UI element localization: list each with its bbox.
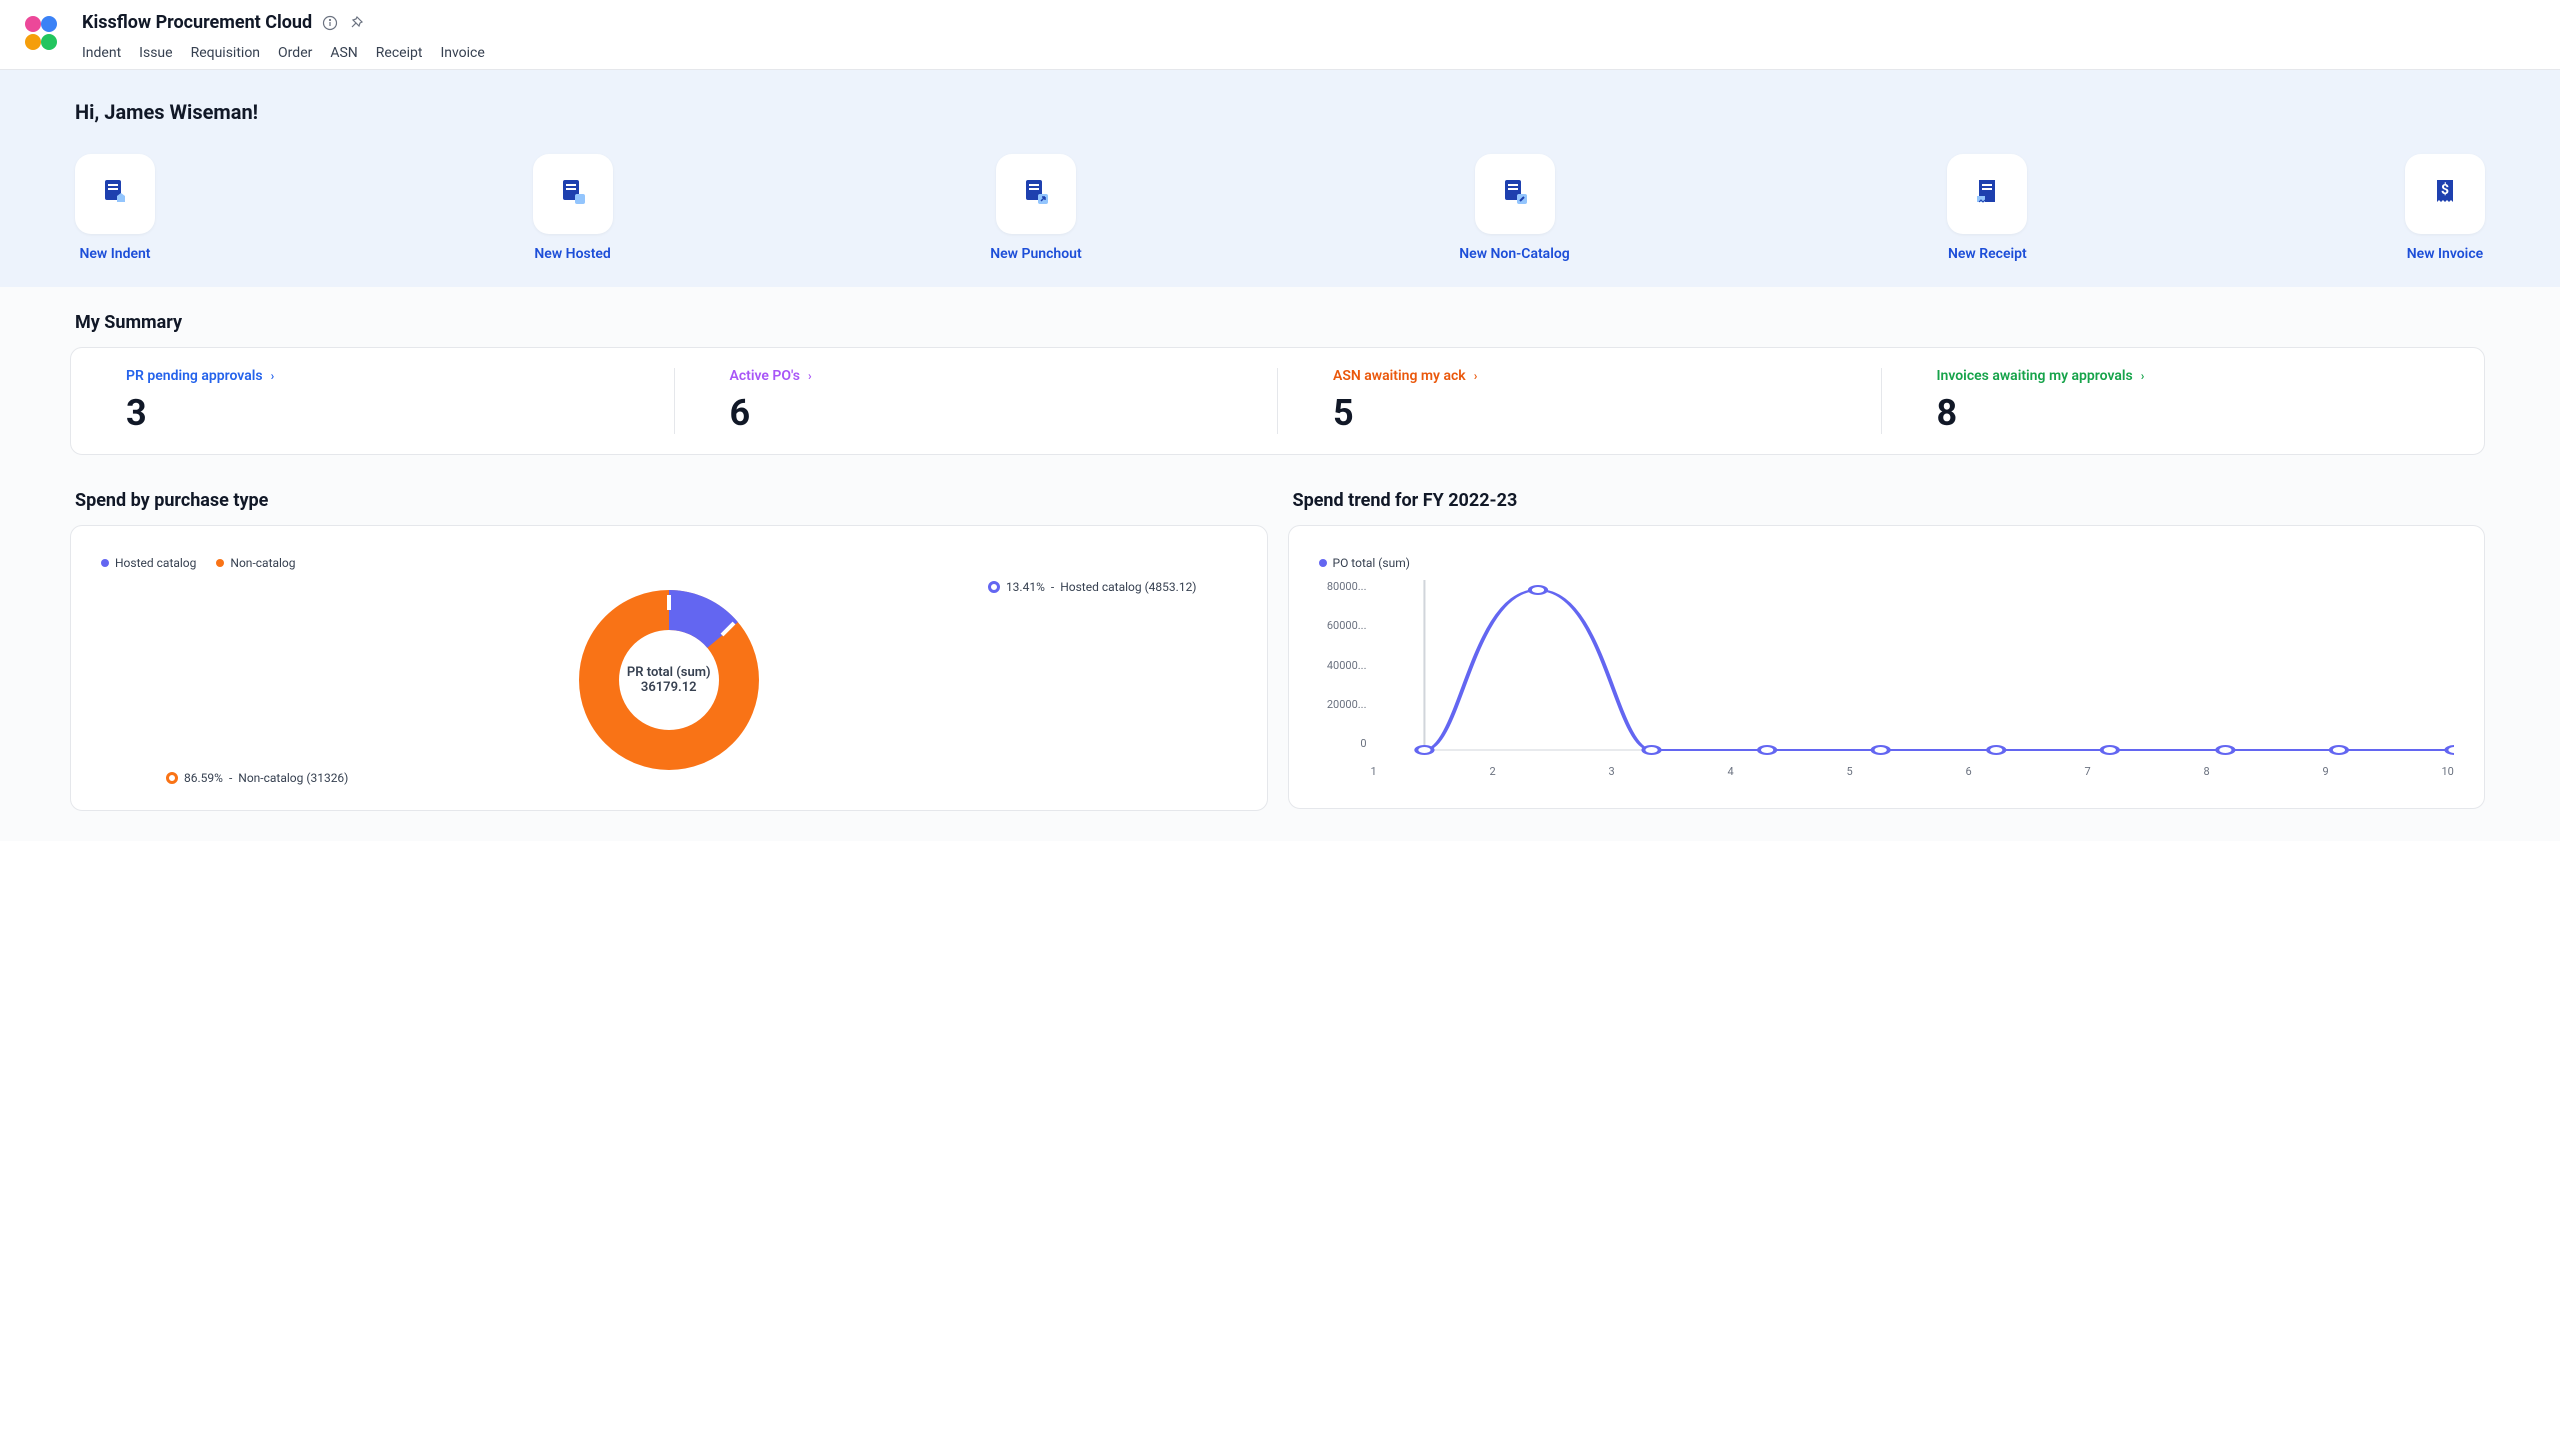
app-header: Kissflow Procurement Cloud Indent Issue …: [0, 0, 2560, 70]
qa-label: New Invoice: [2407, 246, 2483, 262]
qa-new-hosted[interactable]: New Hosted: [533, 154, 613, 262]
summary-active-po: Active PO's › 6: [675, 368, 1279, 434]
charts-row: Spend by purchase type Hosted catalog No…: [70, 490, 2485, 811]
y-axis-labels: 80000... 60000... 40000... 20000... 0: [1319, 580, 1367, 750]
qa-new-punchout[interactable]: New Punchout: [990, 154, 1081, 262]
tab-asn[interactable]: ASN: [330, 37, 357, 69]
spend-type-col: Spend by purchase type Hosted catalog No…: [70, 490, 1268, 811]
chevron-right-icon: ›: [1474, 369, 1478, 383]
tab-invoice[interactable]: Invoice: [440, 37, 484, 69]
qa-label: New Receipt: [1948, 246, 2027, 262]
tab-issue[interactable]: Issue: [139, 37, 172, 69]
qa-label: New Indent: [79, 246, 150, 262]
legend-dot-icon: [216, 559, 224, 567]
chevron-right-icon: ›: [2141, 369, 2145, 383]
qa-label: New Non-Catalog: [1459, 246, 1569, 262]
donut-chart: 13.41% - Hosted catalog (4853.12) PR tot…: [101, 580, 1237, 780]
donut-top-label: 13.41% - Hosted catalog (4853.12): [988, 580, 1197, 594]
info-icon[interactable]: [322, 15, 338, 31]
chevron-right-icon: ›: [271, 369, 275, 383]
tab-receipt[interactable]: Receipt: [376, 37, 423, 69]
summary-asn-ack: ASN awaiting my ack › 5: [1278, 368, 1882, 434]
line-legend: PO total (sum): [1319, 556, 2455, 570]
summary-value: 8: [1937, 392, 2430, 434]
document-export-icon: [1020, 176, 1052, 212]
qa-new-invoice[interactable]: $ New Invoice: [2405, 154, 2485, 262]
qa-new-indent[interactable]: New Indent: [75, 154, 155, 262]
app-title: Kissflow Procurement Cloud: [82, 12, 312, 33]
qa-label: New Punchout: [990, 246, 1081, 262]
quick-actions-row: New Indent New Hosted New Punchout New N…: [75, 154, 2485, 262]
spend-type-title: Spend by purchase type: [75, 490, 1268, 511]
legend-item: Non-catalog: [216, 556, 295, 570]
hero-section: Hi, James Wiseman! New Indent New Hosted…: [0, 70, 2560, 287]
donut-bottom-label: 86.59% - Non-catalog (31326): [166, 771, 348, 785]
x-axis-labels: 1 2 3 4 5 6 7 8 9 10: [1319, 765, 2455, 778]
spend-trend-col: Spend trend for FY 2022-23 PO total (sum…: [1288, 490, 2486, 811]
legend-dot-icon: [1319, 559, 1327, 567]
greeting-text: Hi, James Wiseman!: [75, 100, 2485, 124]
ring-icon: [988, 581, 1000, 593]
summary-value: 6: [730, 392, 1223, 434]
summary-pr-pending: PR pending approvals › 3: [71, 368, 675, 434]
ring-icon: [166, 772, 178, 784]
legend-dot-icon: [101, 559, 109, 567]
donut-legend: Hosted catalog Non-catalog: [101, 556, 1237, 570]
nav-tabs: Indent Issue Requisition Order ASN Recei…: [82, 37, 485, 69]
document-home-icon: [99, 176, 131, 212]
legend-item: PO total (sum): [1319, 556, 1410, 570]
content-area: My Summary PR pending approvals › 3 Acti…: [0, 287, 2560, 841]
summary-label-link[interactable]: ASN awaiting my ack ›: [1333, 368, 1826, 384]
tab-indent[interactable]: Indent: [82, 37, 121, 69]
kissflow-logo: [20, 12, 62, 54]
qa-new-receipt[interactable]: New Receipt: [1947, 154, 2027, 262]
summary-label-link[interactable]: Active PO's ›: [730, 368, 1223, 384]
donut-center-label: PR total (sum) 36179.12: [627, 665, 711, 695]
summary-value: 3: [126, 392, 619, 434]
summary-value: 5: [1333, 392, 1826, 434]
summary-card: PR pending approvals › 3 Active PO's › 6…: [70, 347, 2485, 455]
document-edit-icon: [1499, 176, 1531, 212]
legend-item: Hosted catalog: [101, 556, 196, 570]
qa-label: New Hosted: [534, 246, 610, 262]
chevron-right-icon: ›: [808, 369, 812, 383]
pin-icon[interactable]: [348, 15, 364, 31]
line-chart: 80000... 60000... 40000... 20000... 0: [1319, 580, 2455, 778]
my-summary-title: My Summary: [75, 312, 2485, 333]
tab-order[interactable]: Order: [278, 37, 312, 69]
summary-label-link[interactable]: Invoices awaiting my approvals ›: [1937, 368, 2430, 384]
document-copy-icon: [557, 176, 589, 212]
summary-label-link[interactable]: PR pending approvals ›: [126, 368, 619, 384]
spend-trend-card: PO total (sum) 80000... 60000... 40000..…: [1288, 525, 2486, 809]
tab-requisition[interactable]: Requisition: [191, 37, 260, 69]
svg-text:$: $: [2441, 181, 2449, 198]
receipt-icon: [1971, 176, 2003, 212]
summary-invoices-approval: Invoices awaiting my approvals › 8: [1882, 368, 2485, 434]
spend-trend-title: Spend trend for FY 2022-23: [1293, 490, 2486, 511]
qa-new-non-catalog[interactable]: New Non-Catalog: [1459, 154, 1569, 262]
spend-type-card: Hosted catalog Non-catalog 13.41% - Host…: [70, 525, 1268, 811]
invoice-dollar-icon: $: [2429, 176, 2461, 212]
